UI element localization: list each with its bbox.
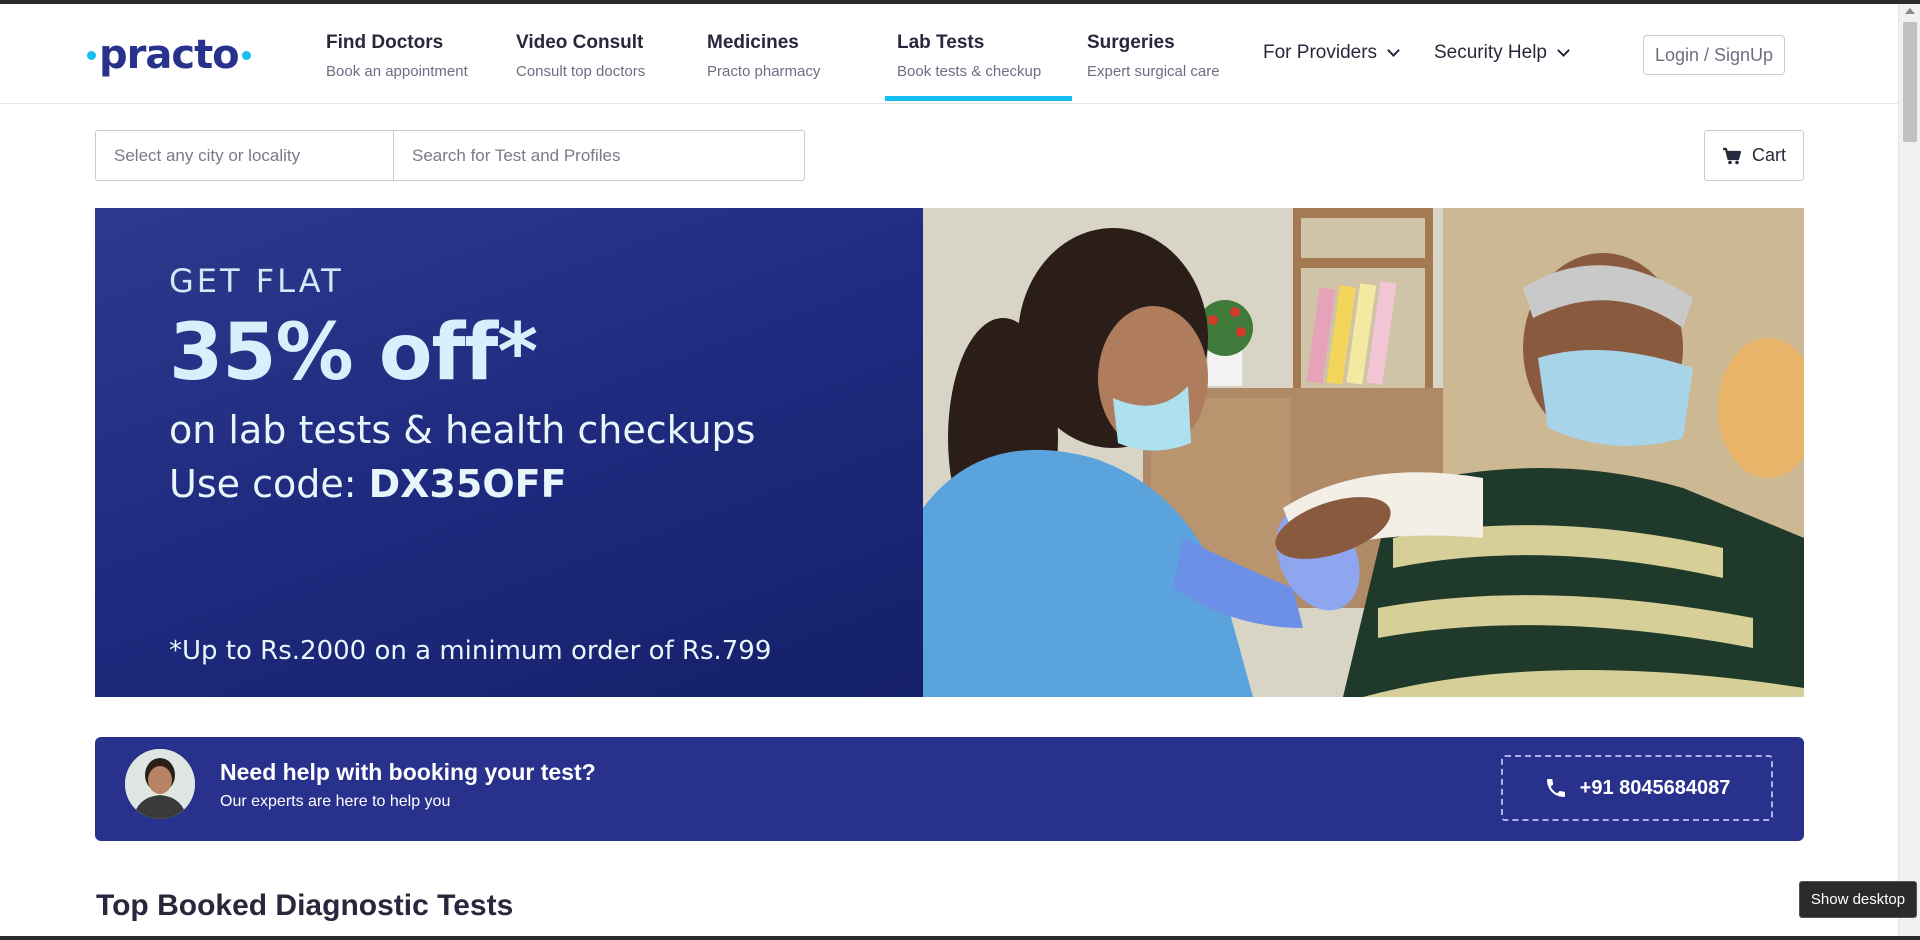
test-search-input[interactable] [393,130,805,181]
help-subtitle: Our experts are here to help you [220,793,451,810]
logo-dot-left [87,50,96,60]
banner-description: on lab tests & health checkups [169,408,756,452]
city-locality-input[interactable] [95,130,394,181]
nav-title: Lab Tests [897,32,985,53]
nav-video-consult[interactable]: Video Consult Consult top doctors [516,32,645,80]
top-booked-tests-heading: Top Booked Diagnostic Tests [96,889,514,922]
site-header: practo Find Doctors Book an appointment … [0,4,1898,104]
banner-text-panel: GET FLAT 35% off* on lab tests & health … [95,208,923,697]
phone-icon [1546,779,1565,797]
nav-title: Find Doctors [326,32,444,53]
phone-number: +91 8045684087 [1579,776,1731,799]
cart-label: Cart [1751,145,1786,165]
security-help-label: Security Help [1434,42,1547,63]
nav-subtitle: Consult top doctors [516,63,646,80]
practo-logo[interactable]: practo [84,32,254,78]
banner-discount: 35% off* [169,308,538,398]
nav-surgeries[interactable]: Surgeries Expert surgical care [1087,32,1220,80]
nav-subtitle: Book tests & checkup [897,63,1042,80]
nav-subtitle: Book an appointment [326,63,468,80]
help-title: Need help with booking your test? [220,759,596,785]
logo-dot-right [241,50,251,60]
nav-title: Surgeries [1087,32,1175,53]
scrollbar-thumb[interactable] [1903,22,1917,142]
browser-viewport: practo Find Doctors Book an appointment … [0,4,1898,936]
booking-help-strip: Need help with booking your test? Our ex… [95,737,1804,841]
for-providers-dropdown[interactable]: For Providers [1263,42,1400,64]
cart-icon [1722,147,1742,164]
nav-find-doctors[interactable]: Find Doctors Book an appointment [326,32,468,80]
nav-active-indicator [885,96,1072,101]
code-prefix: Use code: [169,462,369,506]
banner-headline-small: GET FLAT [169,262,344,300]
nav-title: Medicines [707,32,799,53]
promo-code: DX35OFF [368,462,567,506]
chevron-down-icon [1557,43,1570,57]
banner-photo [923,208,1804,697]
security-help-dropdown[interactable]: Security Help [1434,42,1570,64]
nav-medicines[interactable]: Medicines Practo pharmacy [707,32,820,80]
login-signup-button[interactable]: Login / SignUp [1643,35,1785,75]
chevron-down-icon [1387,43,1400,57]
logo-text: practo [99,32,240,78]
for-providers-label: For Providers [1263,42,1378,63]
nav-lab-tests[interactable]: Lab Tests Book tests & checkup [897,32,1041,80]
banner-code-line: Use code: DX35OFF [169,462,567,506]
page-scrollbar[interactable] [1898,4,1920,936]
banner-footnote: *Up to Rs.2000 on a minimum order of Rs.… [169,636,772,666]
nav-subtitle: Practo pharmacy [707,63,821,80]
call-phone-button[interactable]: +91 8045684087 [1501,755,1773,821]
cart-button[interactable]: Cart [1704,130,1804,181]
show-desktop-tooltip: Show desktop [1799,881,1917,918]
scroll-up-arrow-icon[interactable] [1905,8,1915,14]
nav-title: Video Consult [516,32,644,53]
support-agent-avatar [125,749,195,819]
lab-test-illustration [923,208,1804,697]
nav-subtitle: Expert surgical care [1087,63,1220,80]
promo-banner[interactable]: GET FLAT 35% off* on lab tests & health … [95,208,1804,697]
